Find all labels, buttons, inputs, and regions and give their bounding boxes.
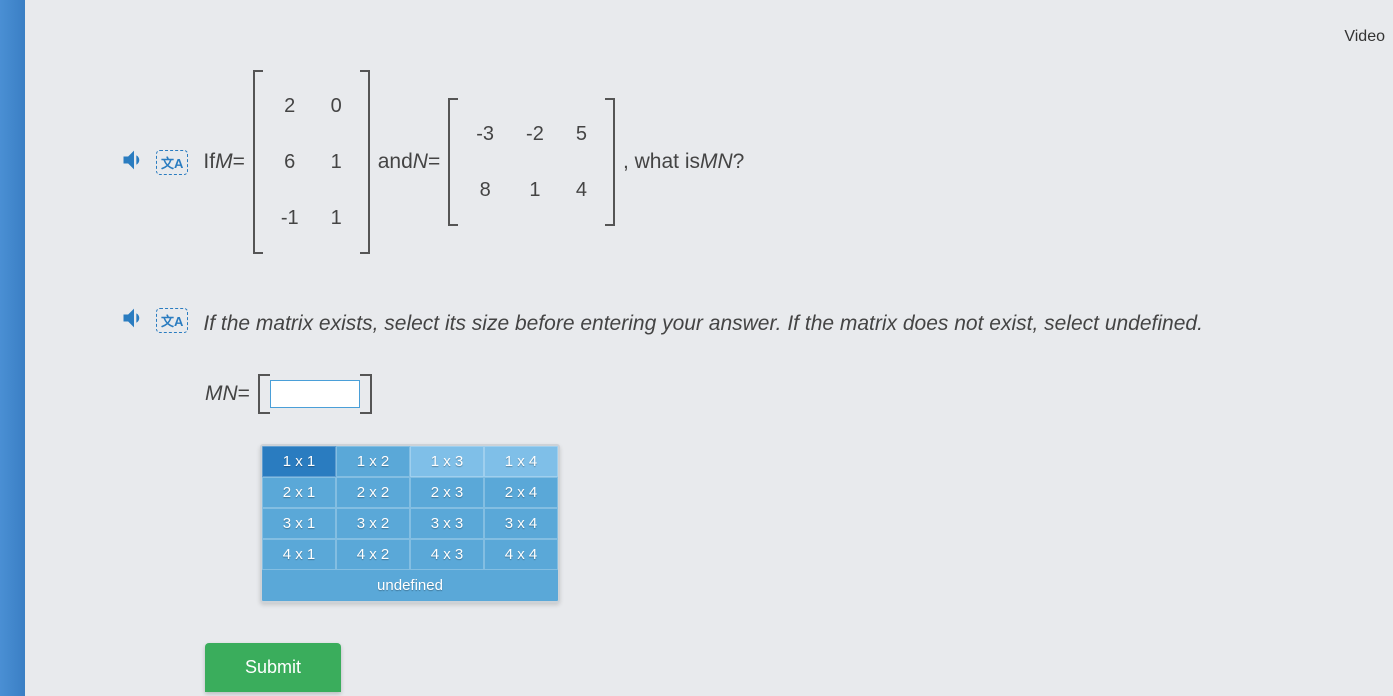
size-1x3[interactable]: 1 x 3 (410, 446, 484, 477)
icon-group-2: 文A (120, 304, 188, 337)
left-sidebar-accent (0, 0, 25, 696)
answer-equals: = (238, 382, 250, 406)
m-cell: 0 (315, 78, 358, 134)
n-cell: 4 (560, 162, 603, 218)
icon-group: 文A (120, 146, 188, 179)
size-1x1[interactable]: 1 x 1 (262, 446, 336, 477)
instruction-text: If the matrix exists, select its size be… (203, 304, 1203, 344)
content-area: 文A If M = 20 61 -11 and N = -3-25 814 (60, 0, 1393, 692)
size-2x3[interactable]: 2 x 3 (410, 477, 484, 508)
size-1x4[interactable]: 1 x 4 (484, 446, 558, 477)
size-1x2[interactable]: 1 x 2 (336, 446, 410, 477)
n-cell: -2 (510, 106, 560, 162)
text-equals: = (233, 139, 245, 185)
size-4x2[interactable]: 4 x 2 (336, 539, 410, 570)
answer-row: MN = (205, 374, 1353, 414)
n-cell: -3 (460, 106, 510, 162)
size-3x3[interactable]: 3 x 3 (410, 508, 484, 539)
size-undefined[interactable]: undefined (262, 570, 558, 601)
question-text: If M = 20 61 -11 and N = -3-25 814 , wha… (203, 70, 744, 254)
size-grid: 1 x 1 1 x 2 1 x 3 1 x 4 2 x 1 2 x 2 2 x … (260, 444, 560, 603)
text-if: If (203, 139, 215, 185)
m-cell: 6 (265, 134, 315, 190)
m-cell: 1 (315, 134, 358, 190)
var-n: N (413, 139, 428, 185)
size-2x1[interactable]: 2 x 1 (262, 477, 336, 508)
speaker-icon[interactable] (120, 304, 148, 337)
size-4x1[interactable]: 4 x 1 (262, 539, 336, 570)
answer-label: MN (205, 382, 238, 406)
size-3x1[interactable]: 3 x 1 (262, 508, 336, 539)
size-2x2[interactable]: 2 x 2 (336, 477, 410, 508)
matrix-n: -3-25 814 (448, 98, 615, 226)
instruction-row: 文A If the matrix exists, select its size… (120, 304, 1353, 344)
size-3x2[interactable]: 3 x 2 (336, 508, 410, 539)
text-equals2: = (428, 139, 440, 185)
size-3x4[interactable]: 3 x 4 (484, 508, 558, 539)
size-4x4[interactable]: 4 x 4 (484, 539, 558, 570)
var-m: M (215, 139, 233, 185)
speaker-icon[interactable] (120, 146, 148, 179)
answer-input[interactable] (270, 380, 360, 408)
translate-icon[interactable]: 文A (156, 150, 188, 175)
var-mn: MN (700, 139, 733, 185)
question-row: 文A If M = 20 61 -11 and N = -3-25 814 (120, 70, 1353, 254)
text-suffix: , what is (623, 139, 700, 185)
n-cell: 1 (510, 162, 560, 218)
m-cell: 1 (315, 190, 358, 246)
size-2x4[interactable]: 2 x 4 (484, 477, 558, 508)
translate-icon[interactable]: 文A (156, 308, 188, 333)
matrix-m: 20 61 -11 (253, 70, 370, 254)
m-cell: -1 (265, 190, 315, 246)
size-4x3[interactable]: 4 x 3 (410, 539, 484, 570)
text-qmark: ? (733, 139, 745, 185)
n-cell: 8 (460, 162, 510, 218)
text-and: and (378, 139, 413, 185)
n-cell: 5 (560, 106, 603, 162)
submit-button[interactable]: Submit (205, 643, 341, 692)
m-cell: 2 (265, 78, 315, 134)
answer-matrix (258, 374, 372, 414)
